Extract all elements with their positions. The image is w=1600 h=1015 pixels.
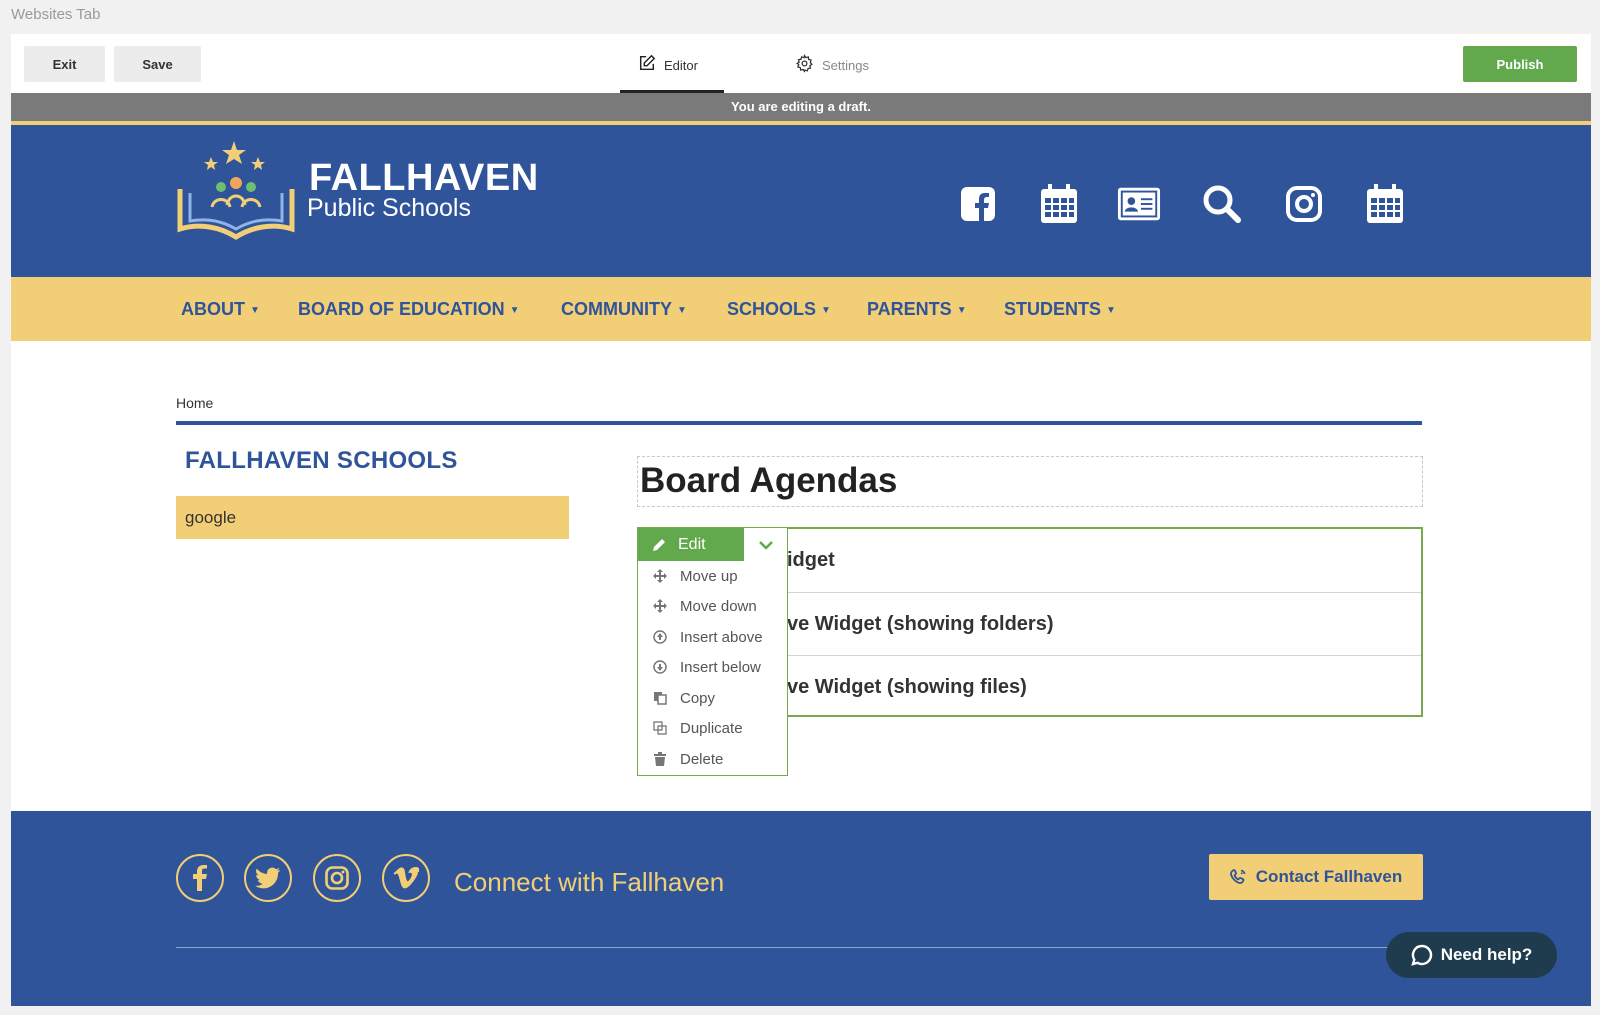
nav-item-label: COMMUNITY (561, 299, 672, 319)
menu-item-insert-above[interactable]: Insert above (638, 622, 787, 652)
page-title-block[interactable]: Board Agendas (637, 456, 1423, 507)
contact-label: Contact Fallhaven (1255, 867, 1403, 886)
save-button[interactable]: Save (114, 46, 201, 82)
logo-subtitle: Public Schools (307, 194, 471, 222)
chevron-down-icon: ▼ (956, 305, 967, 316)
nav-item-about[interactable]: ABOUT ▼ (181, 299, 260, 320)
footer-vimeo-link[interactable] (382, 854, 430, 902)
id-card-icon (1117, 187, 1161, 221)
arrow-down-circle-icon (653, 660, 667, 674)
nav-item-students[interactable]: STUDENTS ▼ (1004, 299, 1116, 320)
breadcrumb-divider (176, 421, 1422, 425)
chat-bubble-icon (1410, 944, 1432, 966)
move-icon (653, 569, 667, 583)
menu-item-label: Duplicate (680, 719, 743, 737)
facebook-icon (193, 865, 207, 891)
nav-item-schools[interactable]: SCHOOLS ▼ (727, 299, 831, 320)
window-tab-title: Websites Tab (11, 6, 101, 23)
tab-editor-label: Editor (664, 58, 698, 73)
footer-facebook-link[interactable] (176, 854, 224, 902)
header-calendar-link[interactable] (1037, 182, 1081, 226)
copy-icon (653, 691, 667, 705)
footer-instagram-link[interactable] (313, 854, 361, 902)
header-directory-link[interactable] (1117, 182, 1161, 226)
editor-frame: Exit Save Editor Settings Publish You ar… (11, 34, 1591, 1006)
header-search-link[interactable] (1200, 182, 1244, 226)
chevron-down-icon: ▼ (1106, 305, 1116, 316)
instagram-icon (325, 866, 349, 890)
gear-icon (796, 54, 813, 73)
nav-item-label: BOARD OF EDUCATION (298, 299, 505, 319)
arrow-up-circle-icon (653, 630, 667, 644)
header-instagram-link[interactable] (1282, 182, 1326, 226)
move-icon (653, 599, 667, 613)
page-title: Board Agendas (640, 461, 898, 500)
duplicate-icon (653, 721, 667, 735)
menu-item-label: Move down (680, 597, 757, 615)
need-help-label: Need help? (1440, 945, 1533, 964)
breadcrumb[interactable]: Home (176, 395, 213, 411)
twitter-icon (255, 867, 280, 889)
chevron-down-icon: ▼ (821, 305, 831, 316)
widget-context-menu: Edit Move up Move down Insert above Inse… (637, 527, 788, 776)
menu-item-move-up[interactable]: Move up (638, 561, 787, 591)
pencil-icon (653, 538, 665, 551)
search-icon (1203, 185, 1241, 223)
instagram-icon (1286, 186, 1322, 222)
site-footer: Connect with Fallhaven Contact Fallhaven (11, 811, 1591, 1006)
site-header: FALLHAVEN Public Schools (11, 125, 1591, 277)
menu-toggle-button[interactable] (744, 528, 787, 561)
menu-item-move-down[interactable]: Move down (638, 591, 787, 621)
publish-button[interactable]: Publish (1463, 46, 1577, 82)
editor-toolbar: Exit Save Editor Settings Publish (11, 34, 1591, 93)
trash-icon (653, 752, 667, 766)
menu-item-label: Copy (680, 689, 716, 707)
nav-item-label: PARENTS (867, 299, 952, 319)
menu-item-duplicate[interactable]: Duplicate (638, 713, 787, 743)
exit-button[interactable]: Exit (24, 46, 105, 82)
menu-item-copy[interactable]: Copy (638, 683, 787, 713)
nav-item-label: STUDENTS (1004, 299, 1102, 319)
need-help-button[interactable]: Need help? (1386, 932, 1557, 978)
nav-item-parents[interactable]: PARENTS ▼ (867, 299, 967, 320)
menu-item-label: Insert below (680, 658, 761, 676)
header-events-link[interactable] (1363, 182, 1407, 226)
vimeo-icon (393, 867, 419, 889)
nav-item-label: SCHOOLS (727, 299, 817, 319)
connect-text: Connect with Fallhaven (454, 867, 725, 897)
tab-settings-label: Settings (822, 58, 869, 73)
chevron-down-icon: ▼ (509, 305, 520, 316)
menu-item-insert-below[interactable]: Insert below (638, 652, 787, 682)
facebook-icon (961, 187, 995, 222)
phone-icon (1229, 869, 1246, 884)
tab-settings[interactable]: Settings (795, 54, 905, 93)
edit-label: Edit (678, 535, 706, 553)
logo-icon (177, 141, 295, 240)
draft-notice: You are editing a draft. (11, 93, 1591, 125)
chevron-down-icon: ▼ (677, 305, 687, 316)
contact-button[interactable]: Contact Fallhaven (1209, 854, 1423, 900)
nav-item-board-of-education[interactable]: BOARD OF EDUCATION ▼ (298, 299, 520, 320)
sidebar-title: FALLHAVEN SCHOOLS (185, 447, 458, 474)
main-nav: ABOUT ▼ BOARD OF EDUCATION ▼ COMMUNITY ▼ SC… (11, 277, 1591, 341)
chevron-down-icon: ▼ (250, 305, 260, 316)
menu-item-delete[interactable]: Delete (638, 744, 787, 774)
edit-icon (639, 54, 656, 71)
footer-divider (176, 947, 1422, 948)
nav-item-label: ABOUT (181, 299, 245, 319)
menu-item-label: Delete (680, 750, 724, 768)
calendar-icon (1367, 184, 1403, 223)
footer-twitter-link[interactable] (244, 854, 292, 902)
calendar-icon (1041, 184, 1077, 223)
edit-widget-button[interactable]: Edit (638, 528, 744, 561)
menu-item-label: Move up (680, 567, 738, 585)
chevron-down-icon (758, 540, 773, 550)
sidebar-item-google[interactable]: google (176, 496, 569, 539)
header-facebook-link[interactable] (956, 182, 1000, 226)
tab-editor[interactable]: Editor (620, 54, 724, 93)
nav-item-community[interactable]: COMMUNITY ▼ (561, 299, 687, 320)
menu-item-label: Insert above (680, 628, 763, 646)
